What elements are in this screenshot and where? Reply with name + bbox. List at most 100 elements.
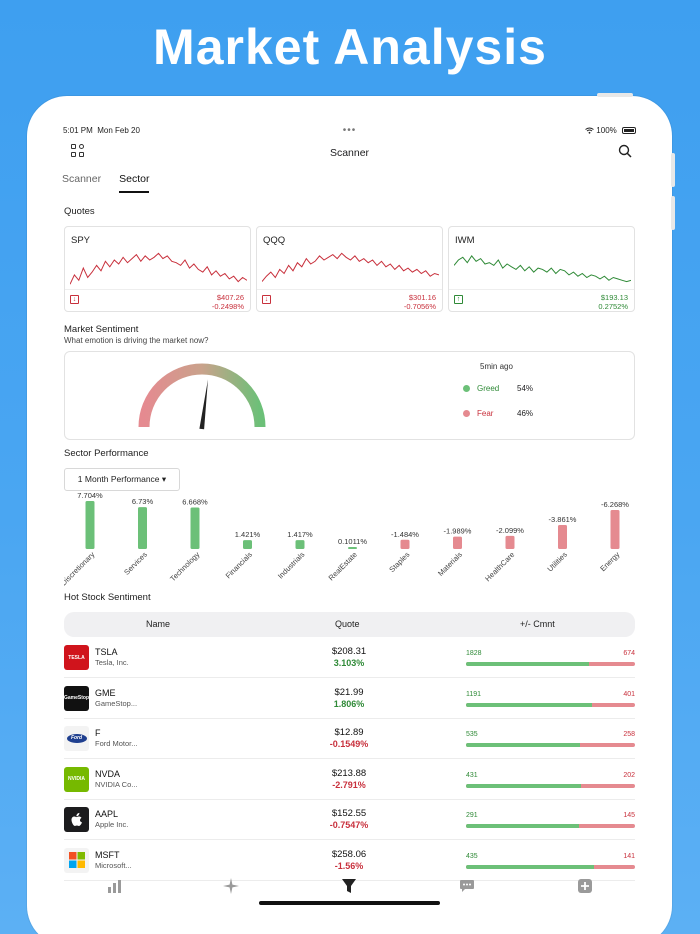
period-dropdown-label: 1 Month Performance xyxy=(77,474,160,484)
stock-change: 1.806% xyxy=(333,698,365,709)
msft-logo-icon xyxy=(64,847,89,873)
sector-category-label: Utilities xyxy=(545,550,569,574)
power-button xyxy=(597,93,633,97)
stock-change: -0.7547% xyxy=(329,820,369,830)
hot-stock-heading: Hot Stock Sentiment xyxy=(64,592,151,603)
negative-comment-count: 145 xyxy=(623,812,635,819)
sector-value-label: 6.73% xyxy=(132,497,154,506)
sparkle-icon[interactable] xyxy=(223,878,239,894)
comment-sentiment-bar xyxy=(466,824,635,828)
sector-bar xyxy=(138,507,147,549)
chart-bars-icon[interactable] xyxy=(106,878,122,894)
sector-category-label: Technology xyxy=(168,550,201,583)
period-dropdown[interactable]: 1 Month Performance ▾ xyxy=(64,468,180,491)
chat-bubble-icon[interactable] xyxy=(459,878,475,894)
quote-card-spy[interactable]: SPY ↓ $407.26 -0.2498% xyxy=(64,226,251,312)
quote-price-block: $193.13 0.2752% xyxy=(598,293,628,311)
greed-dot-icon xyxy=(463,385,470,392)
sector-category-label: RealEstate xyxy=(327,550,359,582)
sentiment-heading: Market Sentiment xyxy=(64,324,139,335)
stock-name: Ford Motor... xyxy=(95,739,138,748)
arrow-down-icon: ↓ xyxy=(262,295,271,304)
fear-value: 46% xyxy=(517,409,534,418)
stock-price: $152.55 xyxy=(331,808,367,819)
quote-change: -0.7056% xyxy=(403,302,436,311)
multitask-dots-icon[interactable]: ••• xyxy=(343,125,357,136)
sentiment-gauge xyxy=(138,363,266,430)
sector-heading: Sector Performance xyxy=(64,448,149,459)
stock-name: Microsoft... xyxy=(95,860,132,870)
tablet-device: 5:01 PM Mon Feb 20 ••• 100% Scanner Scan… xyxy=(27,96,672,934)
sparkline-chart xyxy=(70,252,247,285)
quote-card-qqq[interactable]: QQQ ↓ $301.16 -0.7056% xyxy=(256,226,443,312)
sector-category-label: Services xyxy=(122,550,149,577)
nvda-logo-icon: NVIDIA xyxy=(64,766,89,792)
stock-ticker: TSLA xyxy=(95,647,118,657)
tab-sector[interactable]: Sector xyxy=(119,173,150,193)
sector-category-label: Industrials xyxy=(276,550,307,581)
quote-price: $301.16 xyxy=(408,293,436,302)
positive-comment-count: 431 xyxy=(466,771,478,779)
sector-bar xyxy=(558,524,567,549)
positive-comment-count: 435 xyxy=(466,852,478,860)
table-row[interactable]: TESLA TSLA Tesla, Inc. $208.31 3.103% 1828 674 xyxy=(64,638,635,678)
sentiment-card: 5min ago Greed 54% Fear 46% xyxy=(64,351,635,440)
stock-ticker: AAPL xyxy=(95,809,119,819)
quote-price-block: $301.16 -0.7056% xyxy=(404,293,436,311)
sector-bar xyxy=(295,540,305,549)
wifi-icon xyxy=(585,127,594,135)
divider xyxy=(65,289,250,290)
table-row[interactable]: GameStop GME GameStop... $21.99 1.806% 1191 40… xyxy=(64,679,635,719)
stock-change: -2.791% xyxy=(332,779,366,790)
positive-comment-count: 1191 xyxy=(466,690,482,698)
quote-card-iwm[interactable]: IWM ↑ $193.13 0.2752% xyxy=(448,226,635,312)
sector-bar xyxy=(190,507,200,549)
fear-legend: Fear 46% xyxy=(463,409,533,418)
greed-label: Greed xyxy=(477,384,500,393)
arrow-down-icon: ↓ xyxy=(70,295,79,304)
stock-ticker: NVDA xyxy=(95,768,121,779)
table-row[interactable]: AAPL Apple Inc. $152.55 -0.7547% 291 145 xyxy=(64,800,635,840)
home-indicator[interactable] xyxy=(259,901,440,905)
sparkline xyxy=(70,252,247,285)
tsla-logo-icon: TESLA xyxy=(64,645,89,670)
positive-comment-count: 535 xyxy=(466,731,478,738)
gauge-needle xyxy=(199,379,208,430)
caret-down-icon: ▾ xyxy=(161,474,167,484)
table-header: Name Quote +/- Cmnt xyxy=(64,612,635,637)
sparkline-chart xyxy=(454,255,631,283)
divider xyxy=(257,289,442,290)
segment-tabs: Scanner Sector xyxy=(62,173,150,193)
stock-name: GameStop... xyxy=(95,698,138,708)
plus-square-icon[interactable] xyxy=(577,878,593,894)
sector-category-label: Financials xyxy=(224,550,254,580)
sector-value-label: 1.417% xyxy=(287,530,313,539)
col-quote: Quote xyxy=(335,619,360,629)
grid-icon[interactable] xyxy=(71,144,85,158)
quote-price: $407.26 xyxy=(216,293,244,302)
table-row[interactable]: NVIDIA NVDA NVIDIA Co... $213.88 -2.791% 431 2… xyxy=(64,760,635,800)
status-date: Mon Feb 20 xyxy=(97,126,140,135)
comment-positive-fill xyxy=(466,702,593,707)
greed-value: 54% xyxy=(517,384,534,393)
table-row[interactable]: Ford F Ford Motor... $12.89 -0.1549% 535 258 xyxy=(64,719,635,759)
tab-scanner[interactable]: Scanner xyxy=(62,173,101,193)
stock-ticker: GME xyxy=(95,687,116,698)
sector-value-label: -6.268% xyxy=(601,500,629,509)
status-time: 5:01 PM xyxy=(63,126,93,135)
battery-icon xyxy=(622,127,636,135)
stock-change: -0.1549% xyxy=(329,739,369,749)
stock-change: 3.103% xyxy=(333,658,365,668)
sector-bar xyxy=(505,535,515,549)
quote-change: 0.2752% xyxy=(598,302,628,311)
comment-positive-fill xyxy=(466,864,594,869)
sector-category-label: HealthCare xyxy=(483,550,516,583)
sparkline-chart xyxy=(262,252,439,282)
sector-category-label: Energy xyxy=(598,550,621,573)
comment-sentiment-bar xyxy=(466,864,635,869)
col-name: Name xyxy=(146,619,171,629)
search-icon[interactable] xyxy=(618,144,632,158)
filter-icon[interactable] xyxy=(341,878,357,894)
sector-bar xyxy=(85,501,95,549)
sector-value-label: 7.704% xyxy=(77,491,103,500)
